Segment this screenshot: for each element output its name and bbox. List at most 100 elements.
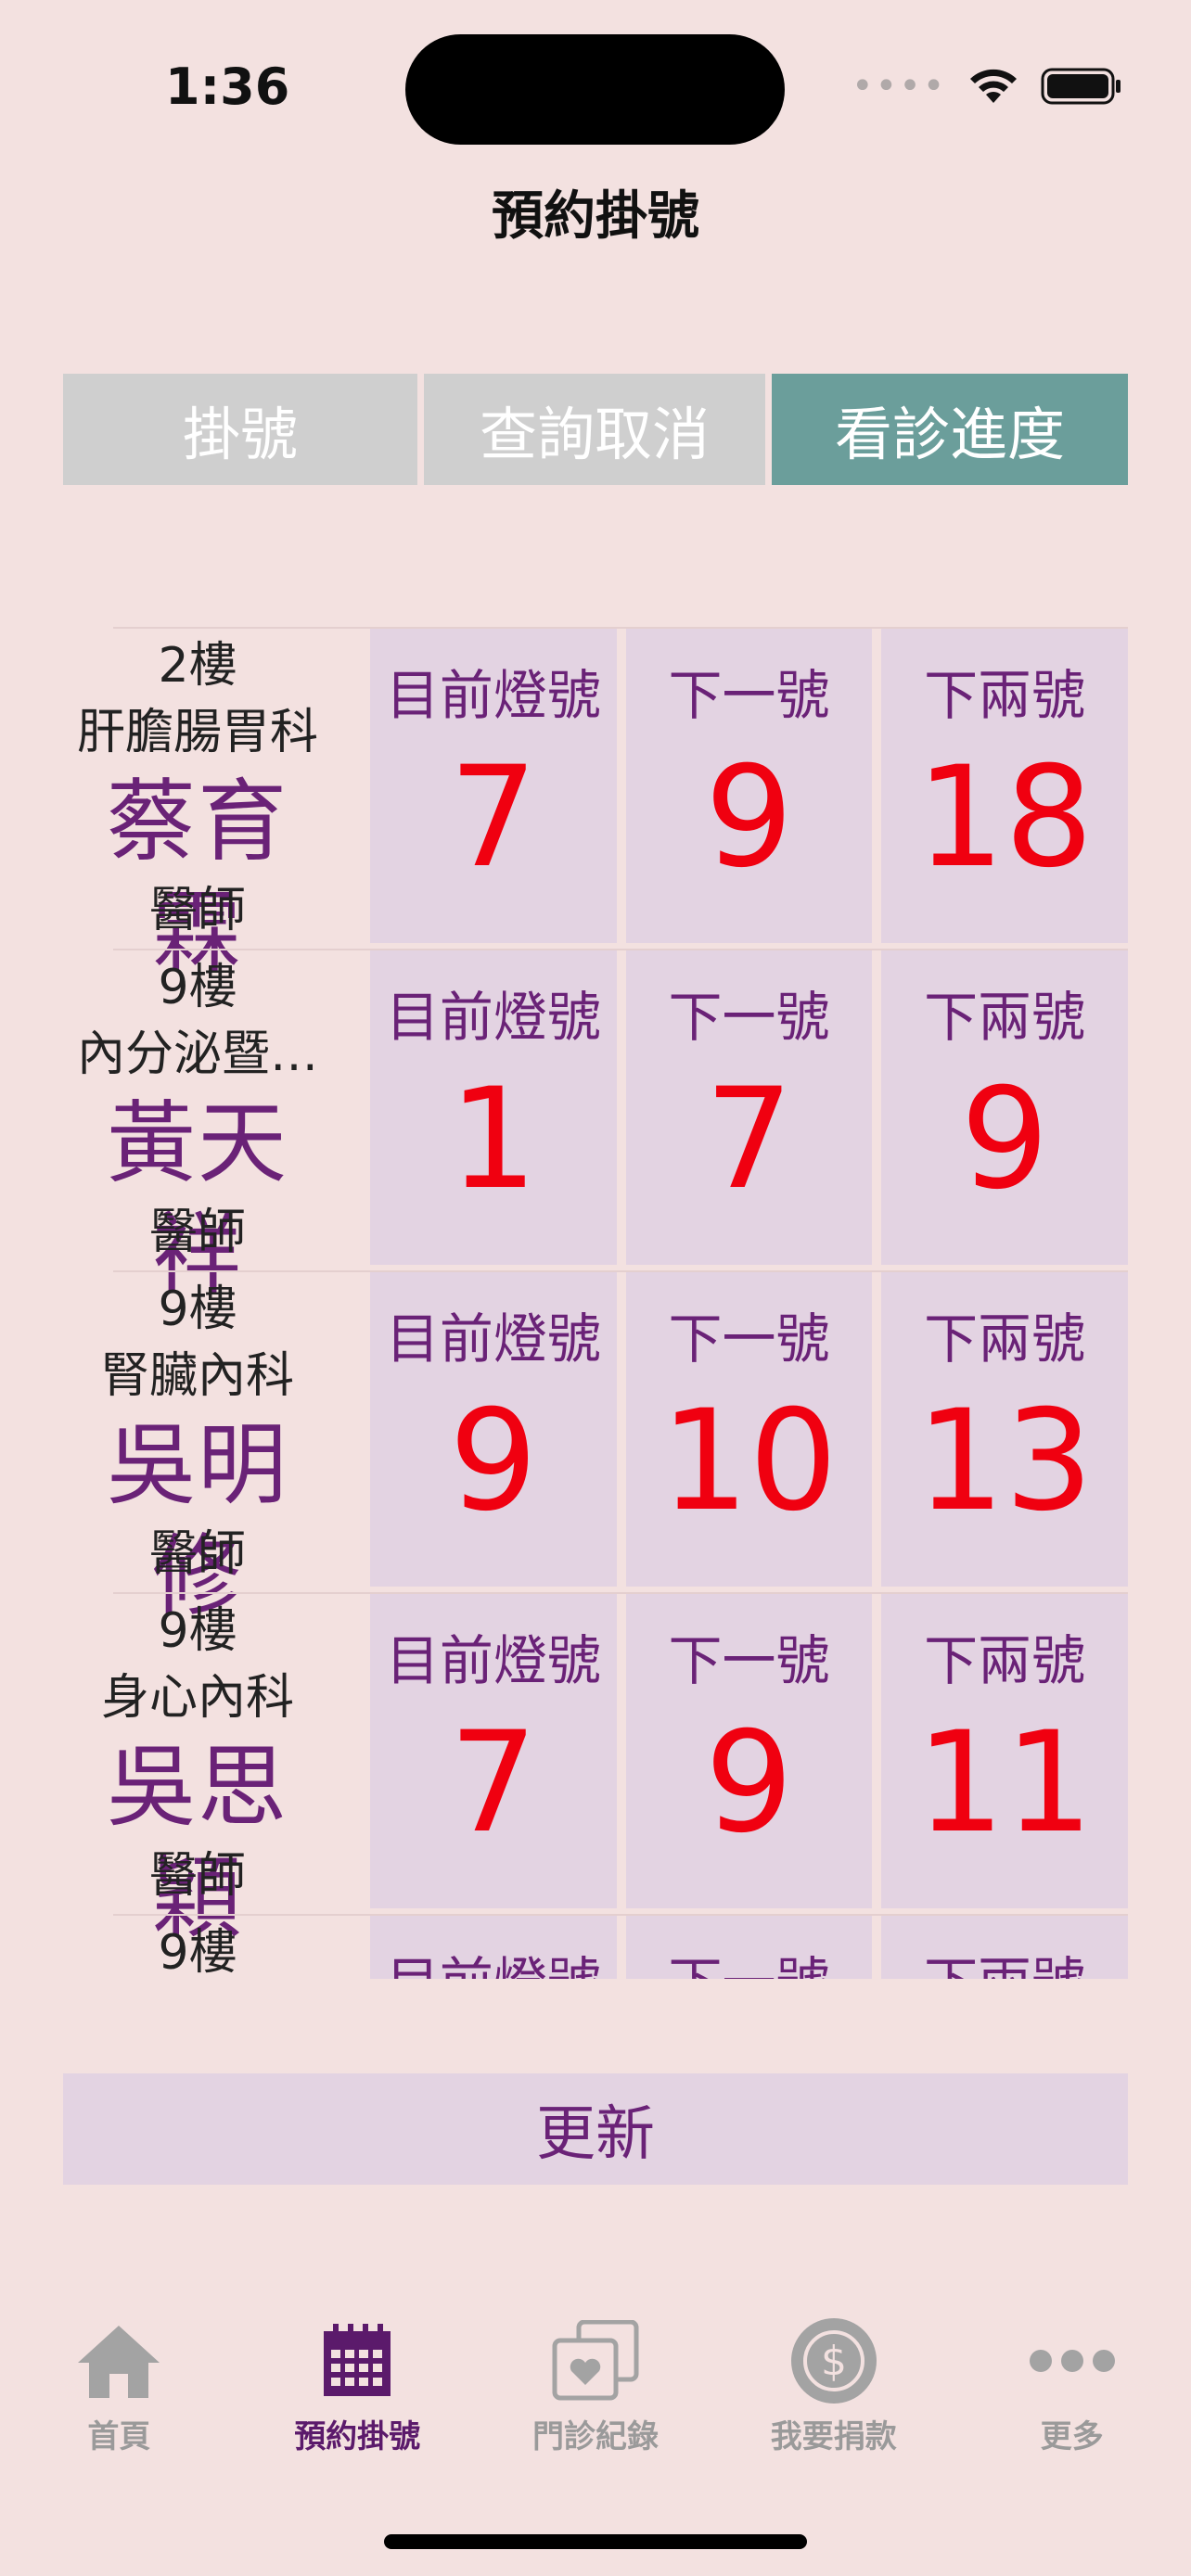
cell-label: 下一號 — [668, 986, 830, 1049]
next2-number-cell: 下兩號 — [881, 1916, 1128, 1979]
cell-label: 目前燈號 — [385, 1307, 601, 1371]
floor-label: 9樓 — [158, 1282, 237, 1337]
next2-number-cell: 下兩號 18 — [881, 629, 1128, 943]
tab-register[interactable]: 掛號 — [63, 374, 417, 485]
next2-number: 11 — [916, 1702, 1094, 1864]
cell-label: 下兩號 — [924, 1307, 1086, 1371]
records-icon — [552, 2320, 639, 2401]
home-indicator — [384, 2534, 807, 2549]
dynamic-island — [405, 34, 785, 145]
next-number: 7 — [704, 1059, 794, 1220]
next2-number-cell: 下兩號 9 — [881, 950, 1128, 1265]
next2-number: 18 — [916, 737, 1094, 899]
bottom-tab-bar: 首頁 預約掛號 門診紀錄 $ 我要捐款 更多 — [0, 2315, 1191, 2463]
doctor-role: 醫師 — [148, 1848, 246, 1904]
department-label: 內分泌暨… — [76, 1027, 318, 1082]
next-number-cell: 下一號 10 — [625, 1272, 873, 1587]
doctor-info: 2樓 肝膽腸胃科 蔡育霖 醫師 — [63, 629, 332, 985]
wifi-icon — [970, 69, 1018, 103]
current-number: 7 — [449, 737, 538, 899]
tabbar-label: 更多 — [1040, 2418, 1104, 2455]
current-number-cell: 目前燈號 1 — [370, 950, 617, 1265]
doctor-role: 醫師 — [148, 1205, 246, 1260]
svg-text:$: $ — [821, 2338, 847, 2385]
segment-tabs: 掛號 查詢取消 看診進度 — [63, 374, 1128, 485]
current-number-cell: 目前燈號 — [370, 1916, 617, 1979]
next-number: 9 — [704, 1702, 794, 1864]
next-number-cell: 下一號 7 — [625, 950, 873, 1265]
donate-icon: $ — [790, 2318, 877, 2404]
tabbar-item-records[interactable]: 門診紀錄 — [477, 2315, 715, 2463]
current-number-cell: 目前燈號 7 — [370, 1594, 617, 1908]
list-item: 9樓 腎臟內科 吳明修 醫師 目前燈號 9 下一號 10 下兩號 13 — [101, 1270, 1128, 1628]
next2-number: 13 — [916, 1381, 1094, 1542]
cell-label: 目前燈號 — [385, 986, 601, 1049]
cell-label: 下兩號 — [881, 1945, 1128, 1979]
current-number: 7 — [449, 1702, 538, 1864]
tab-query-cancel[interactable]: 查詢取消 — [424, 374, 765, 485]
next-number-cell: 下一號 9 — [625, 629, 873, 943]
next-number: 10 — [660, 1381, 838, 1542]
current-number: 9 — [449, 1381, 538, 1542]
doctor-name: 蔡育霖 — [107, 770, 288, 985]
doctor-role: 醫師 — [148, 1526, 246, 1582]
cell-label: 下兩號 — [924, 986, 1086, 1049]
doctor-name: 黃天祥 — [107, 1091, 288, 1307]
doctor-name: 吳明修 — [107, 1413, 288, 1628]
next2-number-cell: 下兩號 11 — [881, 1594, 1128, 1908]
department-label: 身心內科 — [100, 1670, 294, 1726]
cell-label: 下一號 — [668, 1307, 830, 1371]
list-item: 9樓 目前燈號 下一號 下兩號 — [113, 1914, 1128, 1979]
progress-list[interactable]: 2樓 肝膽腸胃科 蔡育霖 醫師 目前燈號 7 下一號 9 下兩號 18 9樓 內… — [63, 627, 1128, 1979]
doctor-info: 9樓 腎臟內科 吳明修 醫師 — [63, 1272, 332, 1628]
department-label: 腎臟內科 — [100, 1348, 294, 1404]
next2-number-cell: 下兩號 13 — [881, 1272, 1128, 1587]
tabbar-item-donate[interactable]: $ 我要捐款 — [714, 2315, 953, 2463]
tabbar-label: 預約掛號 — [294, 2418, 421, 2455]
next-number: 9 — [704, 737, 794, 899]
next2-number: 9 — [960, 1059, 1049, 1220]
cell-label: 下一號 — [668, 1629, 830, 1692]
cell-label: 目前燈號 — [370, 1945, 617, 1979]
refresh-button[interactable]: 更新 — [63, 2073, 1128, 2185]
doctor-name: 吳思穎 — [107, 1735, 288, 1950]
doctor-info: 9樓 內分泌暨… 黃天祥 醫師 — [63, 950, 332, 1307]
cell-label: 下一號 — [626, 1945, 873, 1979]
more-icon — [1029, 2350, 1115, 2372]
floor-label: 9樓 — [158, 1603, 237, 1659]
cell-label: 目前燈號 — [385, 1629, 601, 1692]
next-number-cell: 下一號 — [625, 1916, 873, 1979]
cell-label: 下兩號 — [924, 1629, 1086, 1692]
tabbar-item-booking[interactable]: 預約掛號 — [238, 2315, 477, 2463]
status-time: 1:36 — [165, 57, 290, 116]
tabbar-item-more[interactable]: 更多 — [953, 2315, 1191, 2463]
tabbar-item-home[interactable]: 首頁 — [0, 2315, 238, 2463]
list-item: 2樓 肝膽腸胃科 蔡育霖 醫師 目前燈號 7 下一號 9 下兩號 18 — [77, 627, 1128, 985]
floor-label: 9樓 — [158, 960, 237, 1015]
current-number-cell: 目前燈號 7 — [370, 629, 617, 943]
status-icons: •••• — [852, 63, 1122, 109]
calendar-icon — [324, 2324, 391, 2396]
list-item: 9樓 身心內科 吳思穎 醫師 目前燈號 7 下一號 9 下兩號 11 — [101, 1592, 1128, 1950]
tabbar-label: 首頁 — [87, 2418, 151, 2455]
battery-icon — [1041, 68, 1121, 105]
cellular-signal-icon: •••• — [852, 65, 947, 108]
department-label: 肝膽腸胃科 — [76, 705, 318, 760]
tab-progress[interactable]: 看診進度 — [772, 374, 1128, 485]
doctor-info: 9樓 — [63, 1916, 332, 1979]
cell-label: 目前燈號 — [385, 664, 601, 727]
current-number-cell: 目前燈號 9 — [370, 1272, 617, 1587]
next-number-cell: 下一號 9 — [625, 1594, 873, 1908]
doctor-info: 9樓 身心內科 吳思穎 醫師 — [63, 1594, 332, 1950]
list-item: 9樓 內分泌暨… 黃天祥 醫師 目前燈號 1 下一號 7 下兩號 9 — [77, 949, 1128, 1307]
cell-label: 下一號 — [668, 664, 830, 727]
floor-label: 9樓 — [158, 1925, 237, 1979]
page-title: 預約掛號 — [492, 186, 699, 247]
doctor-role: 醫師 — [148, 883, 246, 938]
floor-label: 2樓 — [158, 638, 237, 694]
current-number: 1 — [449, 1059, 538, 1220]
tabbar-label: 我要捐款 — [770, 2418, 897, 2455]
tabbar-label: 門診紀錄 — [531, 2418, 659, 2455]
cell-label: 下兩號 — [924, 664, 1086, 727]
home-icon — [78, 2326, 160, 2398]
